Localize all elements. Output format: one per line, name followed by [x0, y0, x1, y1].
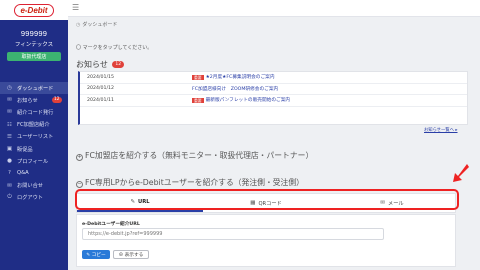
logo-text: e-Debit	[14, 3, 54, 17]
main-content: ◷ ダッシュボード 〇 マークをタップしてください。 お知らせ 12 2024/0…	[68, 17, 480, 270]
section-user-referral[interactable]: − FC専用LPからe-Debitユーザーを紹介する（発注側・受注側）	[76, 177, 304, 188]
sidebar: e-Debit 999999 フィンテックス 取扱代理店 ◷ ダッシュボード ✉…	[0, 0, 68, 270]
sidebar-item-label: 販促品	[17, 146, 33, 153]
news-date: 2024/01/15	[87, 74, 115, 80]
sidebar-item-label: プロフィール	[17, 158, 49, 165]
sidebar-item-news[interactable]: ✉ お知らせ 12	[0, 94, 68, 106]
news-row[interactable]: 2024/01/11 重要 最新版パンフレットの販売開始のご案内	[80, 95, 467, 107]
sidebar-item-fc-referral[interactable]: ☷ FC加盟店紹介	[0, 119, 68, 131]
url-panel: e-Debitユーザー紹介URL ✎ コピー ⊕ 表示する	[76, 214, 456, 267]
qr-icon: ▦	[250, 200, 256, 206]
news-row[interactable]: 2024/01/15 重要 ★2月度★FC募集説明会のご案内	[80, 72, 467, 84]
user-icon: ●	[7, 158, 12, 165]
news-row[interactable]: 2024/01/12 FC加盟店様向け ZOOM研修会のご案内	[80, 84, 467, 95]
copy-button[interactable]: ✎ コピー	[82, 250, 110, 259]
news-link[interactable]: ★2月度★FC募集説明会のご案内	[206, 74, 275, 80]
role-badge: 取扱代理店	[7, 52, 61, 61]
user-info: 999999 フィンテックス 取扱代理店	[0, 20, 68, 82]
tab-label: URL	[138, 199, 150, 205]
sidebar-item-label: ユーザーリスト	[17, 134, 54, 141]
logout-icon: ⏻	[7, 194, 12, 201]
tab-label: メール	[388, 200, 404, 207]
breadcrumb: ◷ ダッシュボード	[76, 21, 117, 28]
sidebar-item-label: ログアウト	[17, 195, 43, 202]
news-count-badge: 12	[51, 97, 62, 104]
sidebar-item-label: FC加盟店紹介	[17, 122, 50, 129]
breadcrumb-label: ダッシュボード	[82, 22, 118, 28]
sidebar-item-user-list[interactable]: ☰ ユーザーリスト	[0, 131, 68, 143]
user-company: フィンテックス	[14, 42, 54, 48]
news-link[interactable]: 最新版パンフレットの販売開始のご案内	[206, 97, 290, 103]
sidebar-item-contact[interactable]: ✉ お問い合せ	[0, 180, 68, 192]
e-debit-logo[interactable]: e-Debit	[14, 3, 54, 17]
mail-icon: ✉	[380, 200, 386, 206]
sidebar-item-label: お問い合せ	[17, 183, 43, 190]
sidebar-item-label: ダッシュボード	[17, 85, 54, 92]
referral-url-input[interactable]	[82, 228, 384, 240]
news-list: 2024/01/15 重要 ★2月度★FC募集説明会のご案内 2024/01/1…	[78, 71, 468, 125]
sidebar-item-label: Q&A	[17, 170, 29, 177]
sidebar-nav: ◷ ダッシュボード ✉ お知らせ 12 ✉ 紹介コード発行 ☷ FC加盟店紹介 …	[0, 82, 68, 204]
sidebar-item-logout[interactable]: ⏻ ログアウト	[0, 192, 68, 204]
tab-label: QRコード	[258, 200, 282, 207]
list-icon: ☰	[7, 133, 12, 140]
hamburger-menu-icon[interactable]: ☰	[72, 3, 79, 12]
news-date: 2024/01/11	[87, 97, 115, 103]
tab-url[interactable]: ✎ URL	[77, 194, 203, 212]
qa-icon: ?	[8, 170, 11, 177]
gauge-icon: ◷	[7, 85, 12, 92]
news-date: 2024/01/12	[87, 86, 115, 92]
user-id: 999999	[20, 29, 48, 38]
sidebar-item-referral-code[interactable]: ✉ 紹介コード発行	[0, 106, 68, 118]
section-fc-referral[interactable]: + FC加盟店を紹介する（無料モニター・取扱代理店・パートナー）	[76, 150, 313, 161]
news-count-badge: 12	[112, 61, 125, 68]
important-tag: 重要	[192, 74, 204, 80]
collapse-toggle-icon: +	[76, 154, 83, 161]
sidebar-item-profile[interactable]: ● プロフィール	[0, 155, 68, 167]
dashboard-icon: ◷	[76, 22, 81, 28]
sidebar-item-qa[interactable]: ? Q&A	[0, 167, 68, 179]
tab-qr-code[interactable]: ▦ QRコード	[203, 194, 329, 212]
news-more-link[interactable]: お知らせ一覧へ ▸	[424, 127, 458, 133]
section-title: FC加盟店を紹介する（無料モニター・取扱代理店・パートナー）	[85, 151, 314, 160]
top-bar: ☰	[68, 0, 480, 17]
sidebar-item-dashboard[interactable]: ◷ ダッシュボード	[0, 82, 68, 95]
important-tag: 重要	[192, 97, 204, 103]
chat-icon: ✉	[7, 109, 12, 116]
news-link[interactable]: FC加盟店様向け ZOOM研修会のご案内	[192, 86, 278, 92]
url-label: e-Debitユーザー紹介URL	[82, 222, 140, 227]
hint-text: 〇 マークをタップしてください。	[76, 45, 153, 51]
chat-icon: ✉	[7, 97, 12, 104]
show-button[interactable]: ⊕ 表示する	[113, 250, 149, 259]
news-heading: お知らせ 12	[76, 59, 125, 70]
mail-icon: ✉	[7, 182, 12, 189]
link-icon: ✎	[130, 199, 136, 205]
section-title: FC専用LPからe-Debitユーザーを紹介する（発注側・受注側）	[85, 178, 304, 187]
collapse-toggle-icon: −	[76, 181, 83, 188]
sidebar-item-label: 紹介コード発行	[17, 109, 54, 116]
sidebar-item-promo[interactable]: ▣ 販促品	[0, 143, 68, 155]
org-icon: ☷	[7, 121, 12, 128]
share-tabs: ✎ URL ▦ QRコード ✉ メール	[76, 193, 456, 213]
box-icon: ▣	[6, 146, 13, 153]
sidebar-item-label: お知らせ	[17, 97, 38, 104]
annotation-arrow-icon	[453, 164, 469, 182]
logo-area: e-Debit	[0, 0, 68, 20]
tab-email[interactable]: ✉ メール	[329, 194, 455, 212]
news-title: お知らせ	[76, 60, 108, 69]
